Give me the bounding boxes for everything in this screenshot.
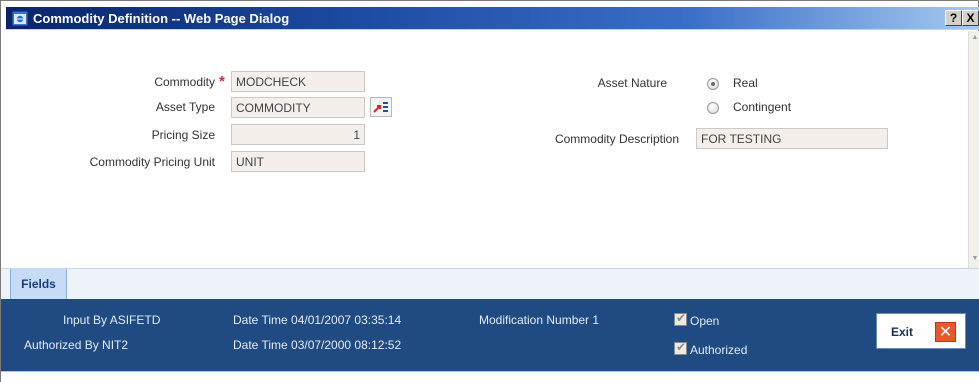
window-title: Commodity Definition -- Web Page Dialog — [33, 11, 290, 26]
browser-icon — [12, 11, 28, 26]
commodity-label: Commodity — [154, 75, 215, 89]
list-lookup-icon — [373, 102, 388, 113]
form-area: Commodity * MODCHECK Asset Type COMMODIT… — [1, 31, 968, 268]
description-label: Commodity Description — [554, 132, 679, 146]
radio-real-label: Real — [733, 76, 758, 90]
list-of-values-button[interactable] — [370, 97, 392, 117]
pricing-unit-field[interactable]: UNIT — [231, 151, 365, 172]
authorized-checkbox[interactable] — [674, 340, 687, 355]
radio-real[interactable] — [707, 78, 719, 90]
asset-type-field[interactable]: COMMODITY — [231, 97, 365, 118]
window-bottom-edge — [1, 371, 979, 382]
radio-contingent-label: Contingent — [733, 100, 792, 114]
modification-number-text: Modification Number 1 — [479, 313, 600, 327]
asset-nature-label: Asset Nature — [597, 76, 667, 90]
tab-fields[interactable]: Fields — [10, 269, 67, 300]
pricing-size-field[interactable]: 1 — [231, 124, 365, 145]
exit-label: Exit — [891, 325, 914, 339]
vertical-scrollbar[interactable]: ▲ ▼ — [968, 31, 979, 268]
scroll-down-icon[interactable]: ▼ — [971, 255, 979, 263]
open-checkbox[interactable] — [674, 311, 687, 326]
input-datetime-text: Date Time 04/01/2007 03:35:14 — [233, 313, 402, 327]
help-button[interactable]: ? — [945, 10, 962, 26]
input-by-text: Input By ASIFETD — [63, 313, 161, 327]
radio-contingent[interactable] — [707, 102, 719, 114]
description-field[interactable]: FOR TESTING — [696, 128, 888, 149]
authorized-datetime-text: Date Time 03/07/2000 08:12:52 — [233, 338, 402, 352]
authorized-by-text: Authorized By NIT2 — [24, 338, 129, 352]
open-label: Open — [690, 314, 720, 328]
tab-strip: Fields — [1, 268, 979, 300]
pricing-unit-label: Commodity Pricing Unit — [89, 155, 215, 169]
exit-button[interactable]: Exit ✕ — [876, 313, 966, 349]
asset-type-label: Asset Type — [155, 100, 215, 114]
scroll-up-icon[interactable]: ▲ — [971, 34, 979, 42]
close-button[interactable]: X — [962, 10, 979, 26]
pricing-size-label: Pricing Size — [151, 128, 215, 142]
title-bar[interactable]: Commodity Definition -- Web Page Dialog … — [6, 7, 979, 30]
dialog-window: Commodity Definition -- Web Page Dialog … — [0, 0, 979, 382]
audit-footer: Input By ASIFETD Date Time 04/01/2007 03… — [1, 299, 979, 371]
required-marker: * — [219, 73, 225, 90]
close-icon: ✕ — [935, 322, 956, 342]
authorized-label: Authorized — [690, 343, 748, 357]
commodity-field[interactable]: MODCHECK — [231, 71, 365, 92]
